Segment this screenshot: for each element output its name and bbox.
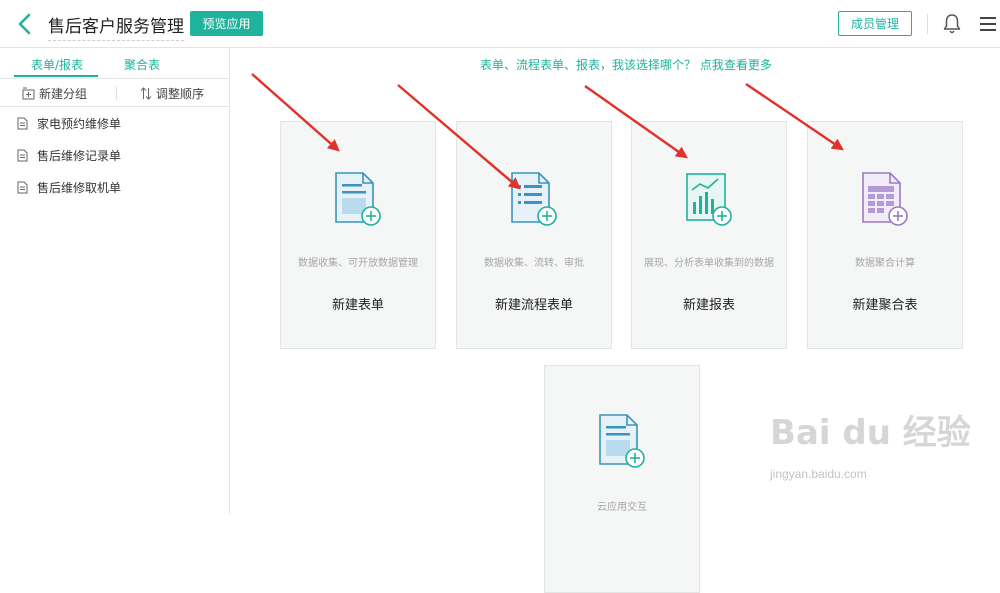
header-divider: [927, 14, 928, 34]
document-icon: [17, 181, 28, 193]
list-item-label: 售后维修记录单: [37, 148, 122, 163]
sidebar-actions: 新建分组 调整顺序: [0, 79, 229, 107]
new-workflow-form-card[interactable]: 数据收集、流转、审批 新建流程表单: [456, 121, 612, 349]
list-item[interactable]: 售后维修取机单: [0, 171, 229, 203]
card-title: 新建报表: [682, 298, 735, 313]
tab-aggregate-tables[interactable]: 聚合表: [124, 56, 160, 73]
list-item-label: 售后维修取机单: [37, 180, 122, 195]
new-aggregate-table-icon: [862, 172, 908, 226]
reorder-label: 调整顺序: [156, 87, 205, 101]
list-item-label: 家电预约维修单: [37, 116, 122, 131]
card-title: 新建聚合表: [852, 298, 918, 313]
card-title: 新建流程表单: [494, 298, 573, 313]
card-description: 数据聚合计算: [855, 258, 915, 269]
help-hint-link[interactable]: 表单、流程表单、报表，我该选择哪个？ 点我查看更多: [480, 56, 772, 73]
new-report-icon: [686, 173, 732, 226]
preview-app-button[interactable]: 预览应用: [190, 11, 263, 36]
cloud-app-card[interactable]: 云应用交互: [544, 365, 700, 593]
list-item[interactable]: 家电预约维修单: [0, 107, 229, 139]
hamburger-menu-icon[interactable]: [980, 16, 996, 32]
card-description: 数据收集、流转、审批: [484, 258, 584, 269]
document-icon: [17, 117, 28, 129]
main-area: 表单、流程表单、报表，我该选择哪个？ 点我查看更多 数据收集、可开放数据管理 新…: [231, 48, 1000, 593]
reorder-button[interactable]: 调整顺序: [140, 85, 204, 102]
card-description: 数据收集、可开放数据管理: [298, 258, 418, 269]
new-group-label: 新建分组: [39, 87, 88, 101]
actions-divider: [116, 87, 117, 100]
card-title: 新建表单: [331, 298, 384, 313]
top-bar: 售后客户服务管理 预览应用 成员管理: [0, 0, 1000, 48]
new-workflow-form-icon: [511, 172, 557, 226]
app-title[interactable]: 售后客户服务管理: [48, 12, 184, 41]
sidebar-tabs: 表单/报表 聚合表: [0, 48, 230, 79]
active-tab-indicator: [14, 75, 98, 77]
back-chevron-icon[interactable]: [14, 12, 36, 36]
sidebar: 表单/报表 聚合表 新建分组 调整顺序 家电预约维修单 售后维修记录单 售后维修…: [0, 48, 230, 514]
cloud-app-icon: [599, 414, 645, 468]
new-report-card[interactable]: 展现、分析表单收集到的数据 新建报表: [631, 121, 787, 349]
member-management-button[interactable]: 成员管理: [838, 11, 912, 36]
new-form-card[interactable]: 数据收集、可开放数据管理 新建表单: [280, 121, 436, 349]
new-aggregate-table-card[interactable]: 数据聚合计算 新建聚合表: [807, 121, 963, 349]
new-form-icon: [335, 172, 381, 226]
document-icon: [17, 149, 28, 161]
sort-icon: [140, 87, 152, 100]
new-group-button[interactable]: 新建分组: [22, 85, 87, 102]
bell-icon[interactable]: [942, 13, 962, 35]
tab-forms-reports[interactable]: 表单/报表: [31, 56, 83, 73]
list-item[interactable]: 售后维修记录单: [0, 139, 229, 171]
card-description: 云应用交互: [597, 502, 647, 513]
add-group-icon: [22, 87, 35, 100]
card-description: 展现、分析表单收集到的数据: [644, 258, 774, 269]
